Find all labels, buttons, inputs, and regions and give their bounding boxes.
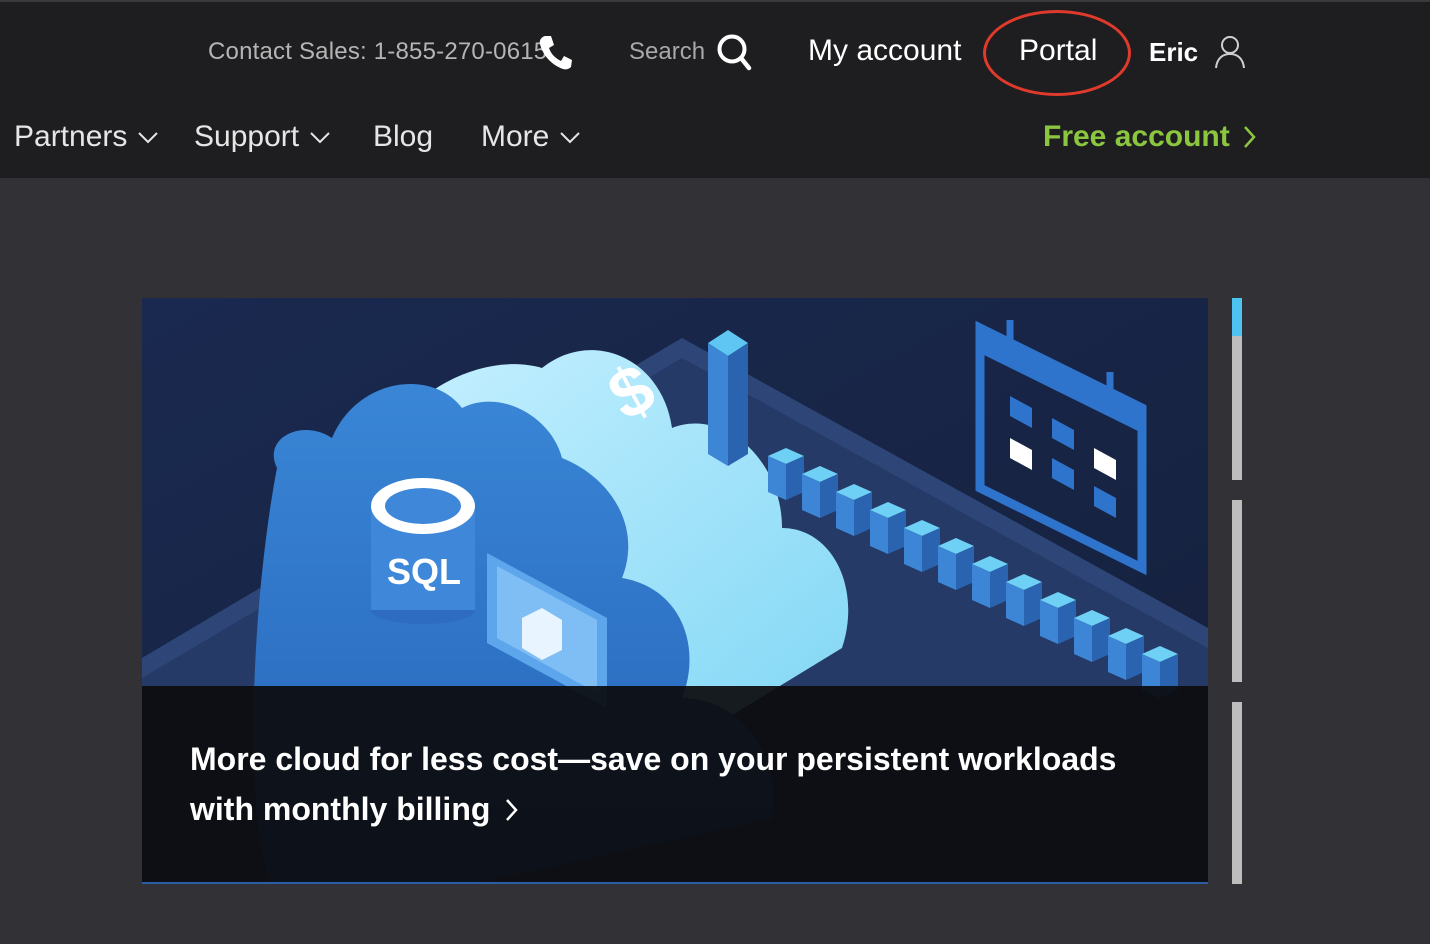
user-icon[interactable] bbox=[1214, 35, 1246, 69]
hero-title: More cloud for less cost—save on your pe… bbox=[190, 741, 1117, 827]
free-account-label: Free account bbox=[1043, 120, 1230, 153]
nav-partners[interactable]: Partners bbox=[14, 120, 159, 154]
hero-carousel-slide[interactable]: SQL $ More cloud for less cost—save on y… bbox=[142, 298, 1208, 884]
my-account-link[interactable]: My account bbox=[808, 34, 961, 68]
hero-caption-panel[interactable]: More cloud for less cost—save on your pe… bbox=[142, 686, 1208, 884]
nav-label: Blog bbox=[373, 120, 434, 153]
site-header: Contact Sales: 1-855-270-0615 Search My … bbox=[0, 0, 1430, 178]
portal-link[interactable]: Portal bbox=[1019, 34, 1097, 68]
nav-label: Support bbox=[194, 120, 300, 153]
chevron-down-icon bbox=[138, 132, 159, 144]
chevron-right-icon bbox=[1243, 126, 1256, 148]
nav-blog[interactable]: Blog bbox=[373, 120, 433, 154]
carousel-indicator-2[interactable] bbox=[1232, 500, 1242, 682]
nav-label: More bbox=[481, 120, 550, 153]
user-name[interactable]: Eric bbox=[1149, 37, 1198, 68]
free-account-link[interactable]: Free account bbox=[1043, 120, 1256, 154]
carousel-indicator-1[interactable] bbox=[1232, 298, 1242, 480]
chevron-down-icon bbox=[560, 132, 581, 144]
nav-support[interactable]: Support bbox=[194, 120, 331, 154]
chevron-right-icon bbox=[506, 799, 519, 821]
sql-illustration-label: SQL bbox=[387, 551, 461, 592]
search-icon[interactable] bbox=[716, 33, 752, 71]
chevron-down-icon bbox=[310, 132, 330, 144]
active-indicator-fill bbox=[1232, 298, 1242, 336]
search-label[interactable]: Search bbox=[629, 38, 705, 66]
hero-title-link[interactable]: More cloud for less cost—save on your pe… bbox=[190, 734, 1170, 834]
nav-more[interactable]: More bbox=[481, 120, 581, 154]
carousel-indicator-3[interactable] bbox=[1232, 702, 1242, 884]
nav-label: Partners bbox=[14, 120, 128, 153]
contact-sales-text: Contact Sales: 1-855-270-0615 bbox=[208, 38, 548, 65]
phone-icon[interactable] bbox=[538, 34, 572, 70]
